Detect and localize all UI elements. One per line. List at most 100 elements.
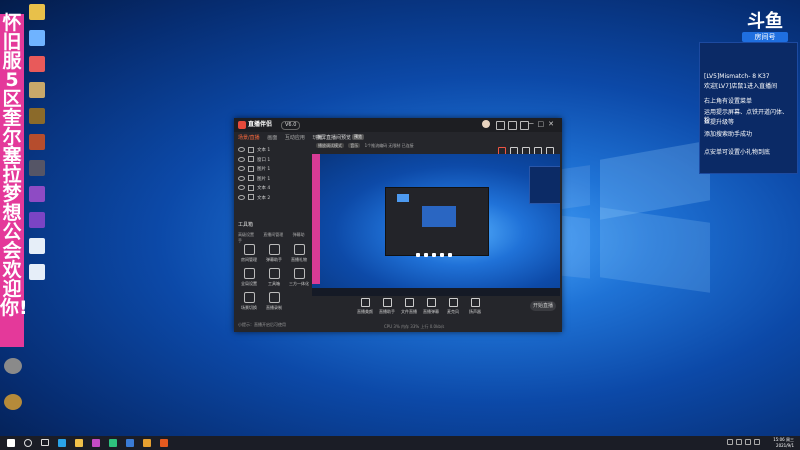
desktop-icon[interactable] — [26, 160, 48, 176]
text-icon — [248, 194, 254, 200]
live-companion-window[interactable]: 直播伴侣 V6.0 ─□✕ 场景/直播 画面 互动应用 玩播 文本 1 窗口 1… — [234, 118, 562, 332]
go-live-button[interactable]: 开始直播 — [530, 301, 556, 311]
tool-scene-switch[interactable]: 场景切换 — [238, 292, 260, 311]
room-label: 房间号 — [742, 32, 788, 42]
desktop-icon[interactable] — [26, 238, 48, 254]
tool-label: 全局设置 — [241, 281, 257, 286]
assistant-button[interactable]: 直播助手 — [376, 298, 398, 315]
eye-icon[interactable] — [238, 175, 245, 181]
desktop-icon[interactable] — [26, 56, 48, 72]
scene-icon — [243, 292, 255, 303]
source-item[interactable]: 文本 2 — [238, 194, 310, 204]
taskbar-task-view-icon[interactable] — [40, 438, 50, 448]
tool-label: 工具箱 — [268, 281, 280, 286]
clock[interactable]: 15:06 周三 2021/9/1 — [773, 437, 794, 449]
toolbox-sub-advanced[interactable]: 高级设置 — [238, 232, 254, 237]
volume-icon[interactable] — [745, 439, 751, 445]
tool-label: 直播录制 — [266, 305, 282, 310]
tool-gift[interactable]: 直播礼物 — [288, 244, 310, 263]
app-icon — [29, 212, 45, 228]
menu-icon[interactable] — [496, 121, 505, 130]
taskbar-app-2-icon[interactable] — [108, 438, 118, 448]
source-item[interactable]: 文本 1 — [238, 146, 310, 156]
settings-icon[interactable] — [508, 121, 517, 130]
app-icon — [4, 358, 22, 374]
text-icon — [248, 184, 254, 191]
tab-interact[interactable]: 互动应用 — [285, 135, 305, 141]
taskbar-app-1-icon[interactable] — [91, 438, 101, 448]
window-icon — [248, 156, 254, 162]
eye-icon[interactable] — [238, 194, 245, 200]
desktop-icon[interactable] — [26, 186, 48, 202]
source-list: 文本 1 窗口 1 图片 1 图片 1 文本 4 文本 2 — [238, 146, 310, 203]
bottom-label: 文件直播 — [401, 309, 417, 314]
tool-global-settings[interactable]: 全局设置 — [238, 268, 260, 287]
taskbar-app-4-icon[interactable] — [142, 438, 152, 448]
danmaku-button[interactable]: 直播弹幕 — [420, 298, 442, 315]
tool-third-party[interactable]: 三方一体化 — [288, 268, 310, 287]
source-item[interactable]: 窗口 1 — [238, 156, 310, 166]
taskbar-app-3-icon[interactable] — [125, 438, 135, 448]
text-icon — [248, 146, 254, 153]
network-icon[interactable] — [736, 439, 742, 445]
preview-title: 横屏直播间预览 — [316, 135, 352, 141]
window-controls[interactable]: ─□✕ — [529, 120, 558, 128]
preview-header: 横屏直播间预览 预览 播放调试模式 音乐 1个推流编码 无限制 已连接 — [314, 132, 558, 155]
image-icon — [248, 175, 254, 181]
eye-icon[interactable] — [238, 166, 245, 171]
app-icon — [29, 56, 45, 72]
speaker-button[interactable]: 扬声器 — [464, 298, 486, 315]
desktop-icon[interactable] — [26, 134, 48, 150]
desktop-icon[interactable] — [26, 212, 48, 228]
dock-message: 丝提升级等 — [704, 119, 735, 126]
desktop-icon[interactable] — [26, 108, 48, 124]
source-label: 图片 1 — [257, 176, 271, 182]
tool-label: 房间管理 — [241, 257, 257, 262]
preview-nested-screen — [422, 206, 456, 227]
tool-toolbox[interactable]: 工具箱 — [263, 268, 285, 287]
desktop-icon[interactable] — [26, 82, 48, 98]
eye-icon[interactable] — [238, 147, 245, 152]
app-icon — [29, 134, 45, 150]
title-bar[interactable]: 直播伴侣 V6.0 ─□✕ — [234, 118, 562, 132]
tool-room-manage[interactable]: 房间管理 — [238, 244, 260, 263]
tab-scene[interactable]: 场景/直播 — [238, 135, 260, 141]
source-item[interactable]: 文本 4 — [238, 184, 310, 194]
eye-icon[interactable] — [238, 156, 245, 162]
desktop-icon[interactable] — [26, 4, 48, 20]
tab-canvas[interactable]: 画面 — [267, 135, 277, 141]
taskbar-edge-icon[interactable] — [57, 438, 67, 448]
desktop-icon[interactable] — [26, 264, 48, 280]
eye-icon[interactable] — [238, 185, 245, 190]
taskbar-explorer-icon[interactable] — [74, 438, 84, 448]
preview-mode[interactable]: 播放调试模式 — [316, 143, 344, 148]
bottom-label: 直播助手 — [379, 309, 395, 314]
tool-label: 弹幕助手 — [266, 257, 282, 262]
ime-icon[interactable] — [754, 439, 760, 445]
skin-icon[interactable] — [520, 121, 529, 130]
source-item[interactable]: 图片 1 — [238, 165, 310, 175]
mic-icon — [448, 298, 458, 307]
tool-record[interactable]: 直播录制 — [263, 292, 285, 311]
source-item[interactable]: 图片 1 — [238, 175, 310, 185]
mic-button[interactable]: 麦克风 — [442, 298, 464, 315]
taskbar-search-icon[interactable] — [23, 438, 33, 448]
beauty-button[interactable]: 直播美颜 — [354, 298, 376, 315]
toolbox-icon — [268, 268, 280, 279]
taskbar-start-icon[interactable] — [6, 438, 16, 448]
dock-message: 右上角有设置菜单 — [704, 98, 753, 105]
bottom-label: 麦克风 — [447, 309, 459, 314]
file-live-button[interactable]: 文件直播 — [398, 298, 420, 315]
app-icon — [29, 4, 45, 20]
chevron-up-icon[interactable] — [727, 439, 733, 445]
desktop-icon-bottom-2[interactable] — [2, 394, 24, 410]
desktop-icon[interactable] — [26, 30, 48, 46]
avatar[interactable] — [482, 120, 490, 128]
preview-music[interactable]: 音乐 — [348, 143, 361, 148]
toolbox-sub-room[interactable]: 直播间管理 — [263, 232, 283, 237]
app-logo-icon — [238, 120, 246, 129]
stream-preview[interactable] — [312, 154, 560, 296]
tool-danmaku[interactable]: 弹幕助手 — [263, 244, 285, 263]
desktop-icon-bottom-1[interactable] — [2, 358, 24, 374]
taskbar-app-5-icon[interactable] — [159, 438, 169, 448]
